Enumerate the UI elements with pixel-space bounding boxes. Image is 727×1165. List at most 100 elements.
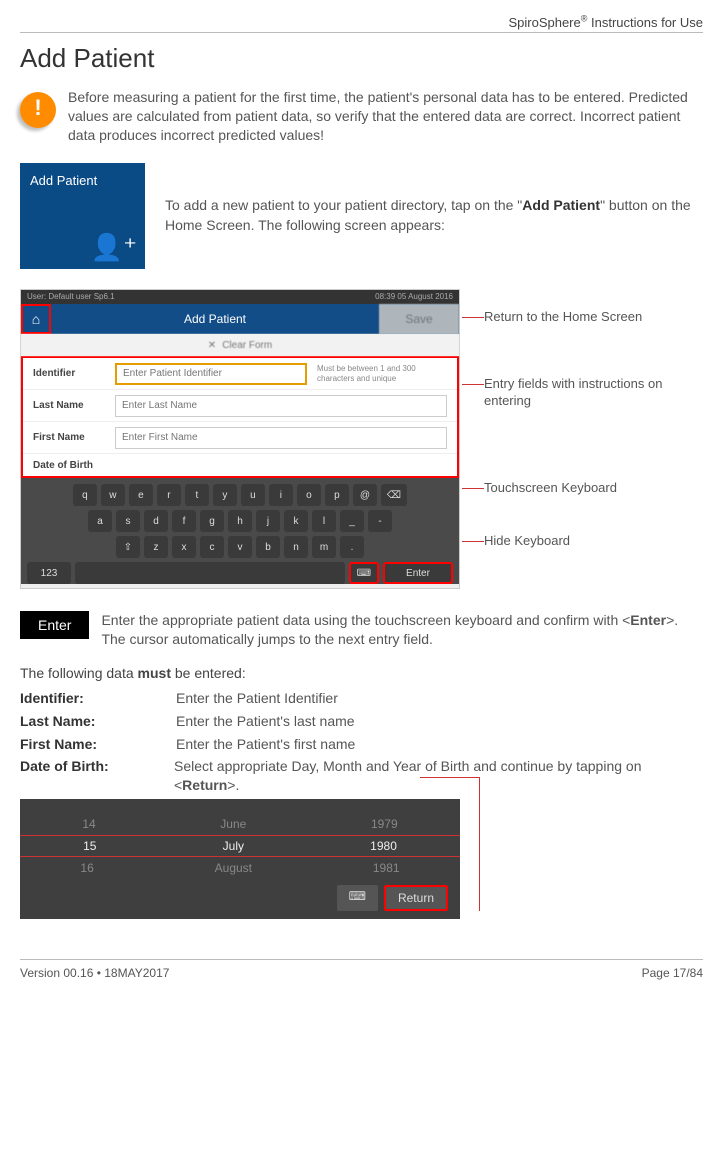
key-z[interactable]: z <box>144 536 168 558</box>
dob-d3[interactable]: 16 <box>80 861 93 875</box>
dob-d1[interactable]: 14 <box>82 817 95 831</box>
key-at[interactable]: @ <box>353 484 377 506</box>
dob-y3[interactable]: 1981 <box>373 861 400 875</box>
f-firstname-name: First Name: <box>20 735 160 754</box>
screenshot-block: User: Default user Sp6.1 08:39 05 August… <box>20 289 703 589</box>
f-identifier-name: Identifier: <box>20 689 160 708</box>
lastname-label: Last Name <box>33 400 105 411</box>
firstname-input[interactable] <box>115 427 447 449</box>
person-plus-icon: 👤⁺ <box>91 232 137 263</box>
dob-desc-bold: Return <box>182 777 227 793</box>
lastname-input[interactable] <box>115 395 447 417</box>
must-entered-line: The following data must be entered: <box>20 665 703 681</box>
dob-hide-keyboard-button[interactable]: ⌨ <box>337 885 378 911</box>
f-firstname-desc: Enter the Patient's first name <box>176 735 355 754</box>
key-k[interactable]: k <box>284 510 308 532</box>
enter-text-a: Enter the appropriate patient data using… <box>101 612 630 628</box>
dob-m1[interactable]: June <box>220 817 246 831</box>
key-period[interactable]: . <box>340 536 364 558</box>
f-lastname-desc: Enter the Patient's last name <box>176 712 355 731</box>
warning-text: Before measuring a patient for the first… <box>68 88 703 145</box>
key-w[interactable]: w <box>101 484 125 506</box>
status-left: User: Default user Sp6.1 <box>27 292 115 302</box>
f-lastname-name: Last Name: <box>20 712 160 731</box>
entry-fields-area: Identifier Must be between 1 and 300 cha… <box>21 356 459 478</box>
key-e[interactable]: e <box>129 484 153 506</box>
dob-m3[interactable]: August <box>215 861 252 875</box>
tile-label: Add Patient <box>30 173 97 188</box>
lastname-row: Last Name <box>23 390 457 422</box>
clear-form-label: Clear Form <box>222 340 272 351</box>
screen-header: ⌂ Add Patient Save <box>21 304 459 334</box>
key-123[interactable]: 123 <box>27 562 71 584</box>
touchscreen-keyboard[interactable]: qwertyuiop@⌫ asdfghjkl_- ⇧zxcvbnm. 123 ⌨… <box>21 478 459 584</box>
doc-header: SpiroSphere® Instructions for Use <box>20 14 703 33</box>
enter-pill: Enter <box>20 611 89 639</box>
add-patient-tile[interactable]: Add Patient 👤⁺ <box>20 163 145 269</box>
key-y[interactable]: y <box>213 484 237 506</box>
home-button[interactable]: ⌂ <box>21 304 51 334</box>
dob-d2[interactable]: 15 <box>83 839 96 853</box>
key-b[interactable]: b <box>256 536 280 558</box>
key-v[interactable]: v <box>228 536 252 558</box>
doc-title: SpiroSphere® Instructions for Use <box>508 15 703 30</box>
page-title: Add Patient <box>20 43 703 74</box>
key-enter[interactable]: Enter <box>383 562 453 584</box>
footer-left: Version 00.16 • 18MAY2017 <box>20 966 169 980</box>
clear-form-button[interactable]: ✕ Clear Form <box>21 334 459 356</box>
annotations-column: Return to the Home Screen Entry fields w… <box>484 289 703 589</box>
warning-note: Before measuring a patient for the first… <box>20 88 703 145</box>
annot-keyboard: Touchscreen Keyboard <box>484 480 703 497</box>
tile-instruction: To add a new patient to your patient dir… <box>165 196 703 235</box>
annot-hide: Hide Keyboard <box>484 533 703 550</box>
must-bold: must <box>138 665 171 681</box>
key-f[interactable]: f <box>172 510 196 532</box>
key-s[interactable]: s <box>116 510 140 532</box>
dob-picker-wrap: 14June1979 15July1980 16August1981 ⌨ Ret… <box>20 799 703 919</box>
key-o[interactable]: o <box>297 484 321 506</box>
key-d[interactable]: d <box>144 510 168 532</box>
save-button[interactable]: Save <box>379 304 459 334</box>
status-right: 08:39 05 August 2016 <box>375 292 453 302</box>
dob-picker-screenshot: 14June1979 15July1980 16August1981 ⌨ Ret… <box>20 799 460 919</box>
tile-text-bold: Add Patient <box>522 197 600 213</box>
key-t[interactable]: t <box>185 484 209 506</box>
enter-text-bold: Enter <box>630 612 666 628</box>
dob-label: Date of Birth <box>33 460 105 471</box>
status-bar: User: Default user Sp6.1 08:39 05 August… <box>21 290 459 304</box>
f-dob-name: Date of Birth: <box>20 757 158 795</box>
dob-desc-b: >. <box>227 777 239 793</box>
firstname-label: First Name <box>33 432 105 443</box>
key-n[interactable]: n <box>284 536 308 558</box>
warning-icon <box>20 92 56 128</box>
screen-title: Add Patient <box>51 312 379 326</box>
hide-keyboard-button[interactable]: ⌨ <box>349 562 379 584</box>
key-l[interactable]: l <box>312 510 336 532</box>
home-icon: ⌂ <box>32 311 40 327</box>
key-x[interactable]: x <box>172 536 196 558</box>
tile-text-a: To add a new patient to your patient dir… <box>165 197 522 213</box>
key-r[interactable]: r <box>157 484 181 506</box>
key-backspace[interactable]: ⌫ <box>381 484 407 506</box>
identifier-row: Identifier Must be between 1 and 300 cha… <box>23 358 457 390</box>
key-underscore[interactable]: _ <box>340 510 364 532</box>
key-a[interactable]: a <box>88 510 112 532</box>
dob-m2[interactable]: July <box>223 839 244 853</box>
key-u[interactable]: u <box>241 484 265 506</box>
key-shift[interactable]: ⇧ <box>116 536 140 558</box>
key-q[interactable]: q <box>73 484 97 506</box>
key-dash[interactable]: - <box>368 510 392 532</box>
key-c[interactable]: c <box>200 536 224 558</box>
key-space[interactable] <box>75 562 345 584</box>
f-identifier-desc: Enter the Patient Identifier <box>176 689 338 708</box>
dob-callout-line <box>420 777 480 911</box>
dob-y1[interactable]: 1979 <box>371 817 398 831</box>
key-g[interactable]: g <box>200 510 224 532</box>
key-p[interactable]: p <box>325 484 349 506</box>
key-j[interactable]: j <box>256 510 280 532</box>
key-h[interactable]: h <box>228 510 252 532</box>
dob-y2[interactable]: 1980 <box>370 839 397 853</box>
key-i[interactable]: i <box>269 484 293 506</box>
key-m[interactable]: m <box>312 536 336 558</box>
identifier-input[interactable] <box>115 363 307 385</box>
